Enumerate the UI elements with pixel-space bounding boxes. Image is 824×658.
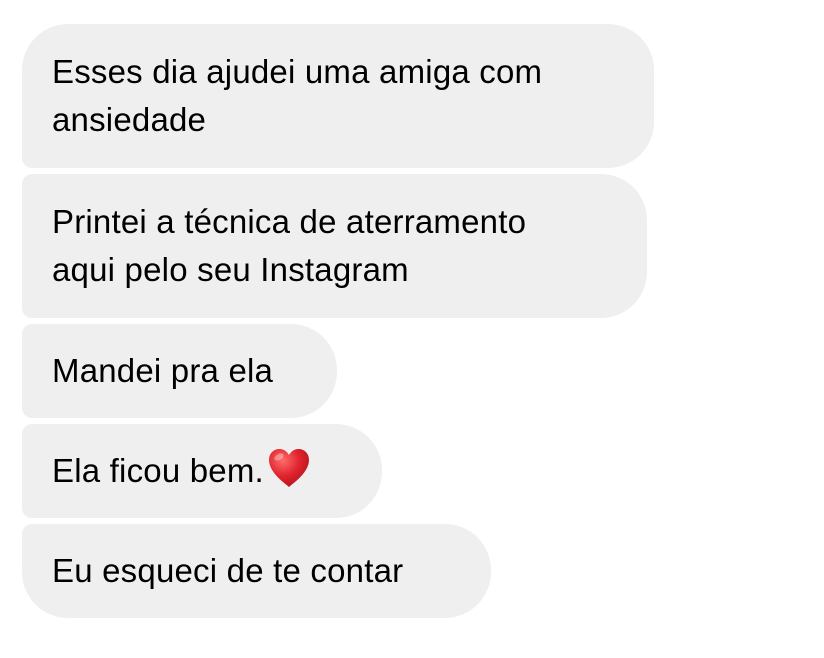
message-text: Esses dia ajudei uma amiga com ansiedade bbox=[52, 53, 543, 138]
message-text: Ela ficou bem. bbox=[52, 452, 264, 489]
heart-icon bbox=[266, 446, 312, 490]
message-text: Eu esqueci de te contar bbox=[52, 552, 404, 589]
message-text: Printei a técnica de aterramento aqui pe… bbox=[52, 203, 527, 288]
message-bubble[interactable]: Printei a técnica de aterramento aqui pe… bbox=[22, 174, 647, 318]
message-bubble[interactable]: Ela ficou bem. bbox=[22, 424, 382, 518]
message-bubble[interactable]: Eu esqueci de te contar bbox=[22, 524, 491, 618]
message-bubble[interactable]: Mandei pra ela bbox=[22, 324, 337, 418]
message-text: Mandei pra ela bbox=[52, 352, 274, 389]
message-bubble[interactable]: Esses dia ajudei uma amiga com ansiedade bbox=[22, 24, 654, 168]
